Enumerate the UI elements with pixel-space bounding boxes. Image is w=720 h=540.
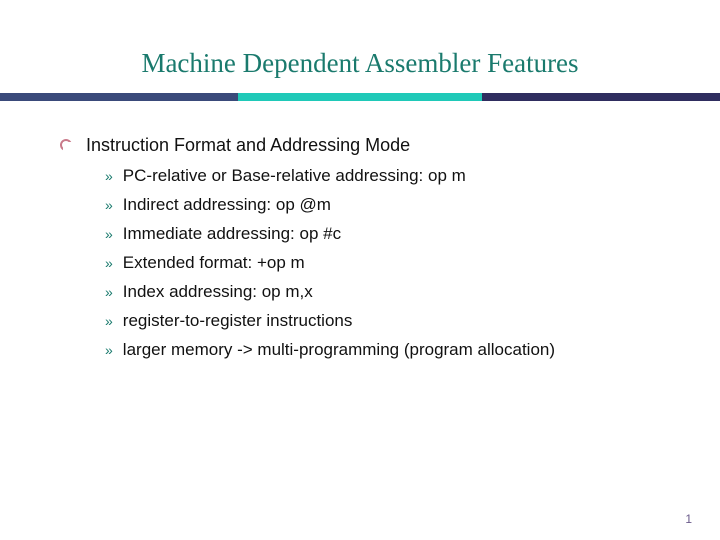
chevron-bullet-icon: »	[105, 168, 111, 184]
sub-item-text: Index addressing: op m,x	[123, 282, 313, 302]
list-item: » Index addressing: op m,x	[105, 282, 670, 302]
circle-bullet-icon	[60, 139, 72, 151]
main-bullet-item: Instruction Format and Addressing Mode	[60, 135, 670, 156]
sub-item-text: PC-relative or Base-relative addressing:…	[123, 166, 466, 186]
sub-item-text: Immediate addressing: op #c	[123, 224, 341, 244]
slide-content: Instruction Format and Addressing Mode »…	[0, 101, 720, 360]
list-item: » Immediate addressing: op #c	[105, 224, 670, 244]
list-item: » register-to-register instructions	[105, 311, 670, 331]
list-item: » Extended format: +op m	[105, 253, 670, 273]
title-divider	[0, 93, 720, 101]
chevron-bullet-icon: »	[105, 197, 111, 213]
sub-item-text: larger memory -> multi-programming (prog…	[123, 340, 555, 360]
chevron-bullet-icon: »	[105, 226, 111, 242]
sub-item-text: Extended format: +op m	[123, 253, 305, 273]
page-number: 1	[685, 512, 692, 526]
chevron-bullet-icon: »	[105, 342, 111, 358]
main-heading-text: Instruction Format and Addressing Mode	[86, 135, 410, 156]
list-item: » larger memory -> multi-programming (pr…	[105, 340, 670, 360]
chevron-bullet-icon: »	[105, 313, 111, 329]
list-item: » PC-relative or Base-relative addressin…	[105, 166, 670, 186]
list-item: » Indirect addressing: op @m	[105, 195, 670, 215]
sub-bullet-list: » PC-relative or Base-relative addressin…	[60, 166, 670, 360]
chevron-bullet-icon: »	[105, 284, 111, 300]
chevron-bullet-icon: »	[105, 255, 111, 271]
sub-item-text: register-to-register instructions	[123, 311, 353, 331]
sub-item-text: Indirect addressing: op @m	[123, 195, 331, 215]
slide-title: Machine Dependent Assembler Features	[0, 0, 720, 93]
